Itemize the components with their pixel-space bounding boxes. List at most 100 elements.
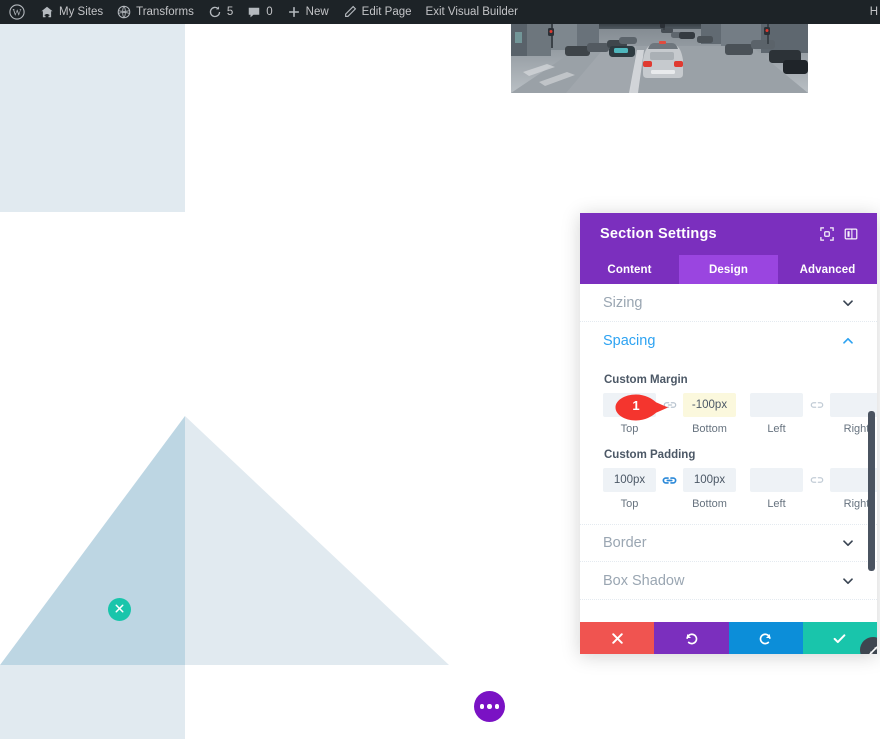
main-car xyxy=(643,41,683,78)
padding-top-input[interactable]: 100px xyxy=(603,468,656,492)
decor-triangle-large-left xyxy=(0,416,185,665)
margin-top-caption: Top xyxy=(620,423,639,435)
custom-padding-row: 100px Top 100px Bottom Left Right xyxy=(603,468,877,510)
decor-triangle-large-right xyxy=(185,416,449,665)
close-icon xyxy=(115,603,124,616)
panel-body: Sizing Spacing Custom Margin Top -100px … xyxy=(580,284,877,622)
focus-mode-icon[interactable] xyxy=(815,223,839,245)
adminbar-item-comments[interactable]: 0 xyxy=(240,0,279,24)
adminbar-item-new[interactable]: New xyxy=(280,0,336,24)
sites-icon xyxy=(40,5,54,19)
ellipsis-dot-2 xyxy=(487,704,492,709)
adminbar-label-updates: 5 xyxy=(226,6,234,18)
margin-left-cell: Left xyxy=(750,393,803,435)
padding-left-input[interactable] xyxy=(750,468,803,492)
panel-footer xyxy=(580,622,877,654)
updates-icon xyxy=(208,5,222,19)
adminbar-label-transforms: Transforms xyxy=(136,6,194,18)
panel-header: Section Settings xyxy=(580,213,877,255)
close-icon xyxy=(611,632,624,645)
adminbar-right-item[interactable]: H xyxy=(870,0,880,24)
chevron-down-icon xyxy=(841,536,855,550)
redo-icon xyxy=(758,631,773,646)
adminbar-item-my-sites[interactable]: My Sites xyxy=(33,0,110,24)
undo-button[interactable] xyxy=(654,622,729,654)
custom-margin-label: Custom Margin xyxy=(604,374,688,386)
padding-unlink-icon[interactable] xyxy=(803,468,830,492)
adminbar-label-new: New xyxy=(305,6,329,18)
redo-button[interactable] xyxy=(728,622,803,654)
accordion-sizing[interactable]: Sizing xyxy=(580,284,877,322)
margin-left-input[interactable] xyxy=(750,393,803,417)
adminbar-label-comments: 0 xyxy=(266,6,273,18)
accordion-box-shadow[interactable]: Box Shadow xyxy=(580,562,877,600)
adminbar-item-updates[interactable]: 5 xyxy=(201,0,240,24)
ellipsis-dot-3 xyxy=(494,704,500,709)
panel-layout-icon[interactable] xyxy=(839,223,863,245)
decor-triangle-topleft xyxy=(0,24,185,212)
margin-top-bottom-pair: Top -100px Bottom xyxy=(603,393,736,435)
margin-bottom-input[interactable]: -100px xyxy=(683,393,736,417)
margin-bottom-caption: Bottom xyxy=(692,423,727,435)
padding-top-caption: Top xyxy=(620,498,639,510)
spacing-body: Custom Margin Top -100px Bottom Left Rig… xyxy=(580,360,877,524)
plus-icon xyxy=(287,5,301,19)
padding-top-cell: 100px Top xyxy=(603,468,656,510)
page-settings-button[interactable] xyxy=(474,691,505,722)
adminbar-label-my-sites: My Sites xyxy=(59,6,104,18)
margin-top-input[interactable] xyxy=(603,393,656,417)
transforms-icon xyxy=(117,5,131,19)
padding-link-icon[interactable] xyxy=(656,468,683,492)
padding-top-bottom-pair: 100px Top 100px Bottom xyxy=(603,468,736,510)
ellipsis-dot-1 xyxy=(479,704,485,709)
margin-top-cell: Top xyxy=(603,393,656,435)
pencil-icon xyxy=(343,5,357,19)
adminbar-item-exit-visual-builder[interactable]: Exit Visual Builder xyxy=(419,0,525,24)
wp-admin-bar: W My Sites Transforms 5 0 New Edit Page … xyxy=(0,0,880,24)
tab-content[interactable]: Content xyxy=(580,255,679,284)
cancel-button[interactable] xyxy=(580,622,655,654)
accordion-spacing[interactable]: Spacing xyxy=(580,322,877,360)
panel-tabs: Content Design Advanced xyxy=(580,255,877,284)
screenshot-root: W My Sites Transforms 5 0 New Edit Page … xyxy=(0,0,880,739)
accordion-border-label: Border xyxy=(603,535,647,551)
module-close-button[interactable] xyxy=(108,598,131,621)
chevron-down-icon xyxy=(841,296,855,310)
margin-unlink-icon[interactable] xyxy=(803,393,830,417)
padding-left-cell: Left xyxy=(750,468,803,510)
check-icon xyxy=(832,631,847,646)
padding-left-caption: Left xyxy=(767,498,786,510)
adminbar-right-label: H xyxy=(869,6,878,18)
adminbar-label-exit-visual-builder: Exit Visual Builder xyxy=(425,6,519,18)
undo-icon xyxy=(684,631,699,646)
street-photo-illustration xyxy=(511,24,808,93)
padding-bottom-input[interactable]: 100px xyxy=(683,468,736,492)
wordpress-icon: W xyxy=(9,4,25,20)
tab-design[interactable]: Design xyxy=(679,255,778,284)
panel-scroll-area: Sizing Spacing Custom Margin Top -100px … xyxy=(580,284,877,622)
margin-left-right-pair: Left Right xyxy=(750,393,877,435)
margin-left-caption: Left xyxy=(767,423,786,435)
adminbar-item-wordpress[interactable]: W xyxy=(0,0,33,24)
adminbar-item-transforms[interactable]: Transforms xyxy=(110,0,201,24)
padding-left-right-pair: Left Right xyxy=(750,468,877,510)
adminbar-item-edit-page[interactable]: Edit Page xyxy=(336,0,419,24)
margin-bottom-cell: -100px Bottom xyxy=(683,393,736,435)
accordion-box-shadow-label: Box Shadow xyxy=(603,572,685,589)
panel-scrollbar-thumb[interactable] xyxy=(868,411,875,571)
tab-advanced[interactable]: Advanced xyxy=(778,255,877,284)
section-settings-panel: Section Settings Content Design Advanced xyxy=(580,213,877,654)
comments-icon xyxy=(247,5,261,19)
custom-margin-row: Top -100px Bottom Left Right xyxy=(603,393,877,435)
accordion-border[interactable]: Border xyxy=(580,524,877,562)
custom-padding-label: Custom Padding xyxy=(604,449,696,461)
chevron-up-icon xyxy=(841,334,855,348)
svg-text:W: W xyxy=(13,9,22,19)
adminbar-label-edit-page: Edit Page xyxy=(361,6,412,18)
street-photo xyxy=(511,24,808,93)
decor-column-bottom xyxy=(0,665,185,739)
margin-link-icon[interactable] xyxy=(656,393,683,417)
padding-bottom-caption: Bottom xyxy=(692,498,727,510)
chevron-down-icon xyxy=(841,574,855,588)
margin-right-caption: Right xyxy=(843,423,870,435)
